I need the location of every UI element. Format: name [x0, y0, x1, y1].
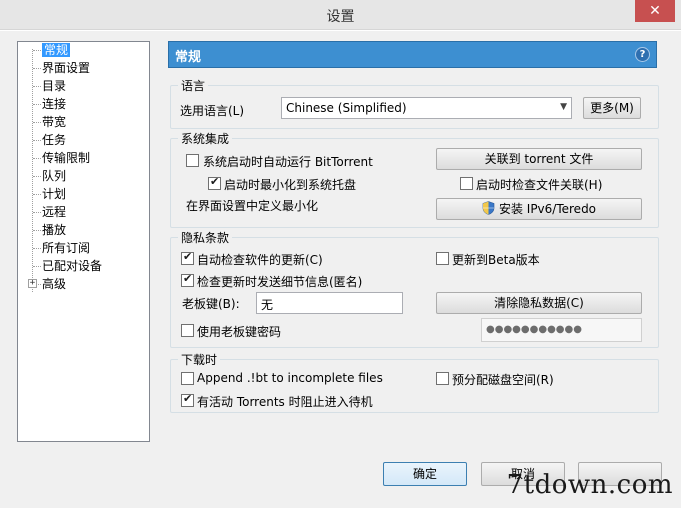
privacy-group-label: 隐私条款 — [178, 229, 233, 246]
boss-password-value: ●●●●●●●●●●● — [486, 324, 582, 335]
boss-password-input[interactable]: ●●●●●●●●●●● — [481, 318, 642, 342]
tree-item-remote[interactable]: 远程 — [42, 204, 66, 220]
tree-item-scheduler[interactable]: 计划 — [42, 186, 66, 202]
auto-update-checkbox[interactable] — [181, 250, 194, 265]
boss-password-label: 使用老板键密码 — [197, 325, 282, 339]
append-bt-label: Append .!bt to incomplete files — [197, 371, 383, 385]
tree-item-directories[interactable]: 目录 — [42, 78, 66, 94]
tree-item-advanced[interactable]: 高级 — [42, 276, 66, 292]
tree-item-general[interactable]: 常规 — [42, 42, 71, 58]
autostart-label: 系统启动时自动运行 BitTorrent — [203, 155, 373, 169]
tree-item-tasks[interactable]: 任务 — [42, 132, 66, 148]
boss-key-value: 无 — [261, 298, 274, 312]
append-bt-checkbox[interactable] — [181, 372, 194, 385]
prevent-sleep-label: 有活动 Torrents 时阻止进入待机 — [197, 395, 373, 409]
settings-tree[interactable]: 常规 界面设置 目录 连接 带宽 任务 传输限制 队列 计划 远程 播放 所有订… — [17, 41, 150, 442]
associate-torrent-button[interactable]: 关联到 torrent 文件 — [436, 148, 642, 170]
check-association-checkbox[interactable] — [460, 177, 473, 190]
prealloc-checkbox[interactable] — [436, 372, 449, 385]
tree-item-transfer-cap[interactable]: 传输限制 — [42, 150, 90, 166]
language-value: Chinese (Simplified) — [286, 101, 407, 115]
minimize-tray-checkbox[interactable] — [208, 175, 221, 190]
window-title: 设置 — [326, 9, 355, 25]
autostart-checkbox[interactable] — [186, 154, 199, 167]
expand-icon[interactable]: + — [28, 279, 37, 288]
title-bar: 设置 ✕ — [0, 0, 681, 30]
boss-key-input[interactable]: 无 — [256, 292, 403, 314]
close-button[interactable]: ✕ — [635, 0, 675, 22]
tree-item-feeds[interactable]: 所有订阅 — [42, 240, 90, 256]
help-icon[interactable]: ? — [635, 47, 650, 62]
panel-header: 常规 ? — [168, 41, 657, 68]
tree-item-queue[interactable]: 队列 — [42, 168, 66, 184]
auto-update-label: 自动检查软件的更新(C) — [197, 253, 323, 267]
prevent-sleep-checkbox[interactable] — [181, 392, 194, 407]
ok-button[interactable]: 确定 — [383, 462, 467, 486]
install-ipv6-button[interactable]: 安装 IPv6/Teredo — [436, 198, 642, 220]
tree-item-bandwidth[interactable]: 带宽 — [42, 114, 66, 130]
close-icon: ✕ — [649, 3, 661, 19]
language-dropdown[interactable]: Chinese (Simplified) ▼ — [281, 97, 572, 119]
language-select-label: 选用语言(L) — [180, 104, 245, 118]
install-ipv6-label: 安装 IPv6/Teredo — [498, 202, 597, 216]
check-association-label: 启动时检查文件关联(H) — [476, 178, 603, 192]
beta-update-label: 更新到Beta版本 — [452, 253, 540, 267]
dialog-client: 常规 界面设置 目录 连接 带宽 任务 传输限制 队列 计划 远程 播放 所有订… — [0, 31, 681, 508]
boss-password-checkbox[interactable] — [181, 324, 194, 337]
prealloc-label: 预分配磁盘空间(R) — [452, 373, 554, 387]
chevron-down-icon: ▼ — [560, 102, 567, 112]
tree-item-paired-devices[interactable]: 已配对设备 — [42, 258, 102, 274]
download-group-label: 下载时 — [178, 351, 221, 368]
send-details-label: 检查更新时发送细节信息(匿名) — [197, 275, 363, 289]
send-details-checkbox[interactable] — [181, 272, 194, 287]
more-languages-button[interactable]: 更多(M) — [583, 97, 641, 119]
tree-item-ui-settings[interactable]: 界面设置 — [42, 60, 90, 76]
system-group-label: 系统集成 — [178, 130, 233, 147]
panel-title: 常规 — [175, 50, 202, 65]
minimize-tray-label: 启动时最小化到系统托盘 — [224, 178, 357, 192]
custom-minimize-text: 在界面设置中定义最小化 — [186, 199, 319, 213]
tree-item-playback[interactable]: 播放 — [42, 222, 66, 238]
language-group-label: 语言 — [178, 77, 209, 94]
clear-privacy-button[interactable]: 清除隐私数据(C) — [436, 292, 642, 314]
beta-update-checkbox[interactable] — [436, 252, 449, 265]
boss-key-label: 老板键(B): — [182, 297, 240, 311]
watermark-text: 7tdown.com — [506, 470, 673, 500]
shield-icon — [482, 201, 495, 215]
tree-item-connection[interactable]: 连接 — [42, 96, 66, 112]
